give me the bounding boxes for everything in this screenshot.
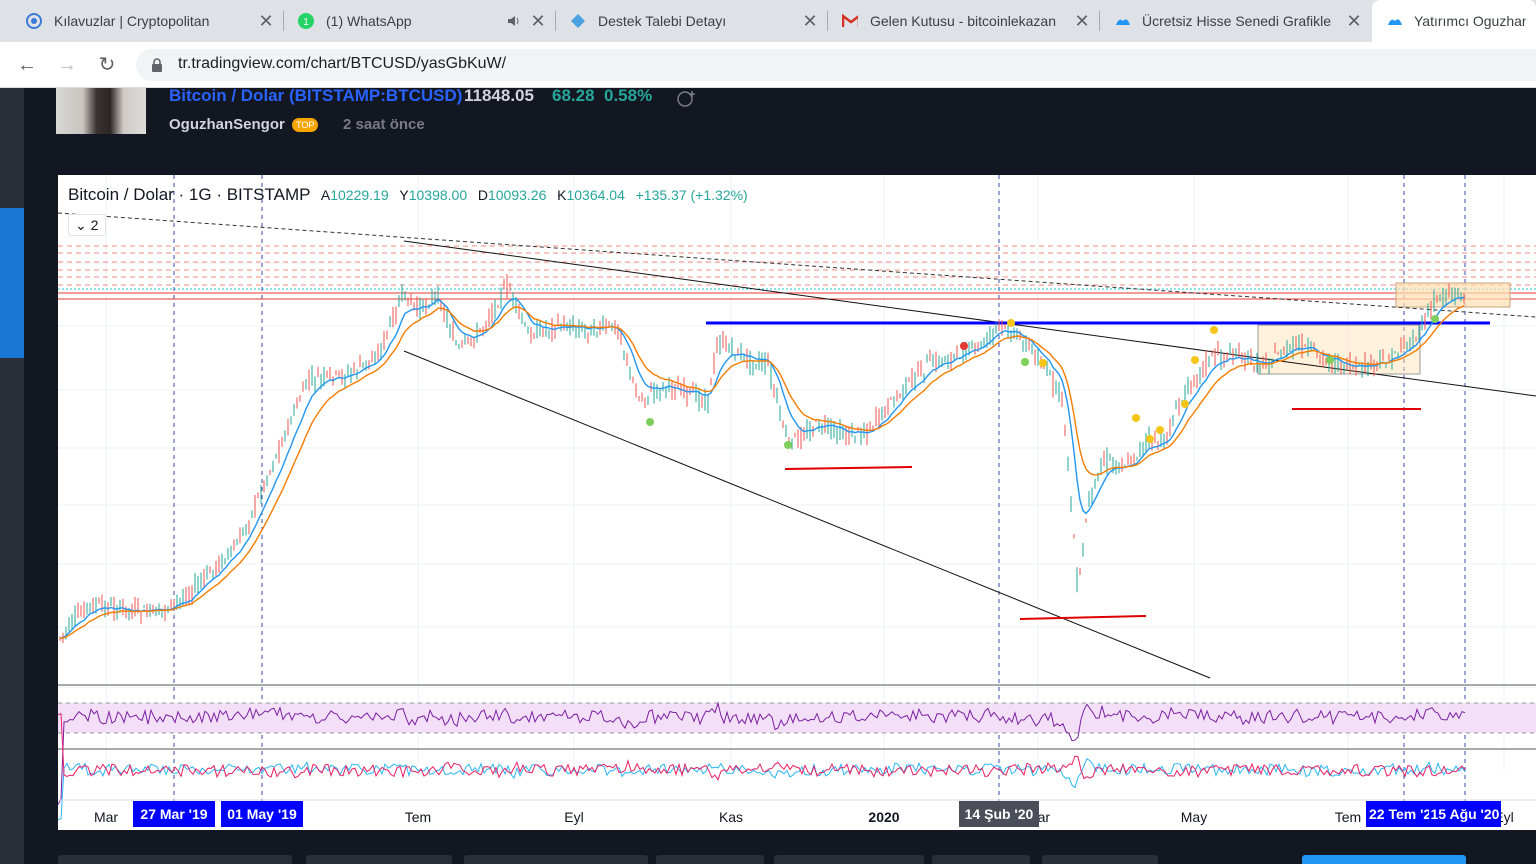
support-line <box>1019 615 1147 620</box>
forward-icon[interactable]: → <box>54 52 80 78</box>
consolidation-box <box>1257 324 1421 375</box>
signal-dot <box>1431 315 1439 323</box>
author-name[interactable]: OguzhanSengor <box>169 116 285 133</box>
signal-dot <box>1191 356 1199 364</box>
signal-dot <box>1326 356 1334 364</box>
tab-whatsapp[interactable]: 1 (1) WhatsApp ✕ <box>284 0 556 42</box>
toolbar-tab[interactable] <box>464 855 648 864</box>
lock-icon <box>150 57 164 73</box>
address-bar: ← → ↻ tr.tradingview.com/chart/BTCUSD/ya… <box>0 42 1536 88</box>
trend-line-dashed <box>58 212 1536 318</box>
tradingview-page: Bitcoin / Dolar (BITSTAMP:BTCUSD) 11848.… <box>0 88 1536 864</box>
close-value: 10364.04 <box>566 187 625 203</box>
toolbar-tab[interactable] <box>656 855 764 864</box>
top-badge: TOP <box>292 118 319 132</box>
chevron-down-icon: ⌄ <box>75 217 87 233</box>
whatsapp-badge: 1 <box>303 17 309 28</box>
bottom-toolbar <box>58 855 1536 864</box>
signal-dot <box>646 418 654 426</box>
toolbar-tab[interactable] <box>58 855 292 864</box>
speaker-icon[interactable] <box>506 13 522 29</box>
cryptopolitan-icon <box>26 13 42 29</box>
x-tick-label: Mar <box>94 809 118 825</box>
signal-dot <box>784 441 792 449</box>
trend-line <box>403 350 1211 679</box>
posted-time: 2 saat önce <box>343 116 425 133</box>
close-icon[interactable]: ✕ <box>258 11 274 32</box>
tab-title: Yatırımcı OguzhanS <box>1414 13 1526 29</box>
diamond-icon <box>570 13 586 29</box>
reload-icon[interactable]: ↻ <box>94 52 120 78</box>
low-value: 10093.26 <box>487 187 547 203</box>
symbol-link[interactable]: Bitcoin / Dolar (BITSTAMP:BTCUSD) <box>169 88 462 106</box>
toolbar-tab[interactable] <box>1042 855 1158 864</box>
avatar[interactable] <box>56 88 146 134</box>
high-value: 10398.00 <box>408 187 468 203</box>
tab-title: Ücretsiz Hisse Senedi Grafikle <box>1142 13 1332 29</box>
signal-dot <box>1146 435 1154 443</box>
date-marker-label: 27 Mar '19 <box>140 806 207 822</box>
tradingview-icon <box>1386 13 1402 29</box>
whatsapp-icon: 1 <box>298 13 314 29</box>
date-marker-label: 01 May '19 <box>227 806 297 822</box>
action-button[interactable] <box>1302 855 1466 864</box>
x-tick-label: 2020 <box>868 809 899 825</box>
signal-dot <box>1156 426 1164 434</box>
signal-dot <box>1210 326 1218 334</box>
toolbar-tab[interactable] <box>932 855 1030 864</box>
date-marker-label: 14 Şub '20 <box>965 806 1034 822</box>
idea-header: Bitcoin / Dolar (BITSTAMP:BTCUSD) 11848.… <box>56 88 1536 168</box>
browser-tab-bar: Kılavuzlar | Cryptopolitan ✕ 1 (1) Whats… <box>0 0 1536 42</box>
chart-panel[interactable]: MarTemEylKas2020MarMayTemEyl27 Mar '1901… <box>58 175 1536 830</box>
price-chart-canvas[interactable]: MarTemEylKas2020MarMayTemEyl27 Mar '1901… <box>58 175 1536 830</box>
date-marker-label: 22 Tem '20 <box>1369 806 1439 822</box>
gmail-icon <box>842 13 858 29</box>
tradingview-icon <box>1114 13 1130 29</box>
tab-title: Destek Talebi Detayı <box>598 13 727 29</box>
ema-fast-line <box>59 296 1465 640</box>
support-line <box>784 466 913 470</box>
tab-destek[interactable]: Destek Talebi Detayı ✕ <box>556 0 828 42</box>
x-tick-label: Tem <box>405 809 431 825</box>
consolidation-box <box>1395 282 1511 308</box>
tab-gmail[interactable]: Gelen Kutusu - bitcoinlekazan ✕ <box>828 0 1100 42</box>
x-tick-label: Tem <box>1335 809 1361 825</box>
change-value: +135.37 (+1.32%) <box>635 187 748 203</box>
signal-dot <box>1181 400 1189 408</box>
x-tick-label: May <box>1181 809 1207 825</box>
signal-dot <box>1007 319 1015 327</box>
close-icon[interactable]: ✕ <box>1074 11 1090 32</box>
signal-dot <box>1039 359 1047 367</box>
back-icon[interactable]: ← <box>14 52 40 78</box>
ohlc-legend: Bitcoin / Dolar · 1G · BITSTAMP A10229.1… <box>68 185 748 204</box>
tab-active-investor[interactable]: Yatırımcı OguzhanS <box>1372 0 1536 42</box>
open-value: 10229.19 <box>330 187 389 203</box>
signal-dot <box>960 342 968 350</box>
tab-cryptopolitan[interactable]: Kılavuzlar | Cryptopolitan ✕ <box>12 0 284 42</box>
url-text: tr.tradingview.com/chart/BTCUSD/yasGbKuW… <box>178 55 507 72</box>
left-scroll-strip <box>0 88 24 864</box>
add-alert-icon[interactable] <box>676 88 698 113</box>
price-change: 68.28 0.58% <box>552 88 653 105</box>
close-icon[interactable]: ✕ <box>1346 11 1362 32</box>
tab-tradingview-free[interactable]: Ücretsiz Hisse Senedi Grafikle ✕ <box>1100 0 1372 42</box>
url-field[interactable]: tr.tradingview.com/chart/BTCUSD/yasGbKuW… <box>136 49 1536 81</box>
date-marker-label: 15 Ağu '20 <box>1431 806 1500 822</box>
toolbar-tab[interactable] <box>306 855 452 864</box>
x-tick-label: Kas <box>719 809 743 825</box>
tab-title: Kılavuzlar | Cryptopolitan <box>54 13 210 29</box>
signal-dot <box>1132 414 1140 422</box>
last-price: 11848.05 <box>464 88 534 105</box>
close-icon[interactable]: ✕ <box>802 11 818 32</box>
toolbar-tab[interactable] <box>774 855 924 864</box>
chart-title: Bitcoin / Dolar · 1G · BITSTAMP <box>68 185 311 204</box>
layers-toggle[interactable]: ⌄ 2 <box>68 214 106 236</box>
signal-dot <box>1021 358 1029 366</box>
tab-title: Gelen Kutusu - bitcoinlekazan <box>870 13 1056 29</box>
tab-title: (1) WhatsApp <box>326 13 412 29</box>
x-tick-label: Eyl <box>564 809 583 825</box>
close-icon[interactable]: ✕ <box>530 11 546 32</box>
